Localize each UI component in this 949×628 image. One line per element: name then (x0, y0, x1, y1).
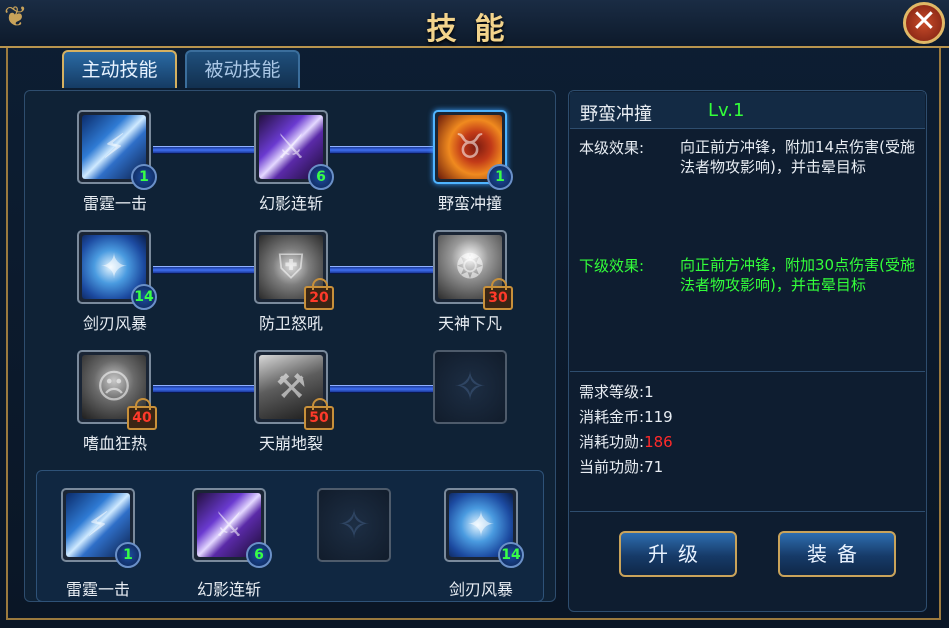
required-level-value: 1 (644, 383, 654, 401)
tree-connector (153, 146, 254, 154)
skill-slot-lightning-strike[interactable]: ⚡ 1 (77, 110, 157, 190)
current-merit-row: 当前功勋:71 (579, 456, 663, 477)
tree-connector (330, 266, 433, 274)
empty-skill-slot[interactable]: ✧ (433, 350, 507, 424)
bar-slot-3[interactable]: ✧ (317, 488, 391, 562)
skill-name: 剑刃风暴 (82, 314, 147, 333)
lock-icon: 50 (304, 398, 334, 430)
upgrade-button[interactable]: 升级 (619, 531, 737, 577)
skill-name: 防卫怒吼 (258, 314, 323, 333)
bar-slot-1[interactable]: ⚡ 1 (61, 488, 141, 568)
current-merit-value: 71 (644, 458, 664, 476)
gold-cost-row: 消耗金币:119 (579, 406, 673, 427)
skill-level-badge: 14 (131, 284, 157, 310)
merit-cost-value: 186 (644, 433, 673, 451)
skill-name: 嗜血狂热 (82, 434, 147, 453)
merit-cost-row: 消耗功勋:186 (579, 431, 673, 452)
skill-name: 天崩地裂 (258, 434, 323, 453)
skill-slot-shield-roar[interactable]: ⛨ 20 (254, 230, 334, 310)
skill-name: 野蛮冲撞 (437, 194, 502, 213)
bar-slot-4[interactable]: ✦ 14 (444, 488, 524, 568)
bar-skill-name: 雷霆一击 (65, 580, 130, 599)
bar-slot-2[interactable]: ⚔ 6 (192, 488, 272, 568)
skill-slot-blade-storm[interactable]: ✦ 14 (77, 230, 157, 310)
divider (570, 511, 925, 512)
skill-level-badge: 1 (487, 164, 513, 190)
skill-level-badge: 1 (131, 164, 157, 190)
gold-cost-label: 消耗金币: (579, 408, 645, 426)
empty-slot-icon: ✧ (453, 364, 487, 410)
skill-level-badge: 14 (498, 542, 524, 568)
tree-connector (330, 146, 433, 154)
tree-connector (153, 385, 254, 393)
skill-name: 幻影连斩 (258, 194, 323, 213)
bar-skill-name: 剑刃风暴 (448, 580, 513, 599)
lock-icon: 40 (127, 398, 157, 430)
skill-level-badge: 6 (308, 164, 334, 190)
divider (570, 371, 925, 372)
next-effect-text: 向正前方冲锋，附加30点伤害(受施法者物攻影响)，并击晕目标 (680, 256, 915, 294)
skill-slot-savage-charge[interactable]: ♉ 1 (433, 110, 513, 190)
detail-skill-level: Lv.1 (708, 100, 745, 121)
window-title: 技能 (426, 12, 523, 47)
skill-level-badge: 6 (246, 542, 272, 568)
current-effect-label: 本级效果: (579, 139, 645, 157)
skill-level-badge: 1 (115, 542, 141, 568)
skill-name: 雷霆一击 (82, 194, 147, 213)
merit-cost-label: 消耗功勋: (579, 433, 645, 451)
lock-icon: 20 (304, 278, 334, 310)
current-merit-label: 当前功勋: (579, 458, 645, 476)
close-button[interactable]: ✕ (903, 2, 945, 44)
skill-slot-phantom-slash[interactable]: ⚔ 6 (254, 110, 334, 190)
gold-cost-value: 119 (644, 408, 673, 426)
skill-slot-earthquake[interactable]: ⚒ 50 (254, 350, 334, 430)
current-effect-text: 向正前方冲锋，附加14点伤害(受施法者物攻影响)，并击晕目标 (680, 138, 915, 176)
skill-slot-angel-descent[interactable]: ❂ 30 (433, 230, 513, 310)
required-level-label: 需求等级: (579, 383, 645, 401)
skill-name: 天神下凡 (437, 314, 502, 333)
bar-skill-name: 幻影连斩 (196, 580, 261, 599)
title-bar: ❦ 技能 ✕ (0, 0, 949, 48)
equip-button[interactable]: 装备 (778, 531, 896, 577)
detail-header: 野蛮冲撞 Lv.1 (570, 92, 925, 129)
next-effect-label: 下级效果: (579, 257, 645, 275)
tab-active-skills[interactable]: 主动技能 (62, 50, 177, 88)
tree-connector (330, 385, 433, 393)
tree-connector (153, 266, 254, 274)
empty-slot-icon: ✧ (337, 502, 371, 548)
required-level-row: 需求等级:1 (579, 381, 654, 402)
detail-skill-name: 野蛮冲撞 (580, 104, 652, 125)
lock-icon: 30 (483, 278, 513, 310)
skill-window: ❦ 技能 ✕ 主动技能 被动技能 ⚡ 1 雷霆一击 ⚔ 6 幻影连斩 ♉ 1 野… (0, 0, 949, 628)
tab-passive-skills[interactable]: 被动技能 (185, 50, 300, 88)
skill-slot-bloodlust[interactable]: ☹ 40 (77, 350, 157, 430)
